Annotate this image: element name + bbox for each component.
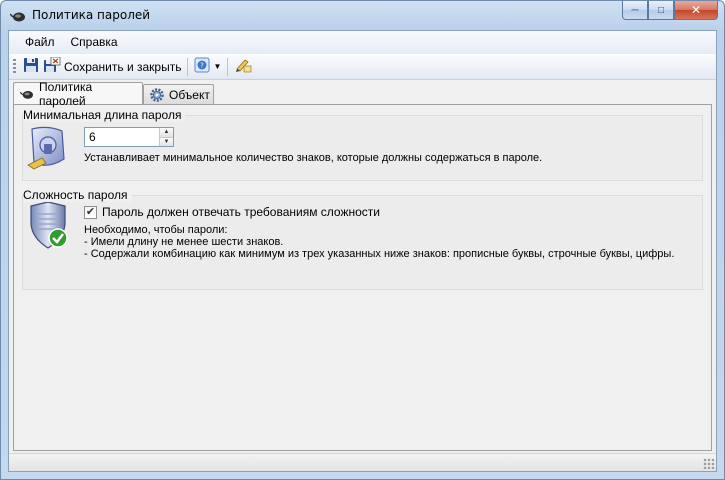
toolbar-separator (227, 57, 229, 76)
caption-buttons: ─ □ ✕ (622, 1, 718, 21)
svg-text:?: ? (201, 62, 205, 70)
spinner-buttons: ▲ ▼ (159, 128, 173, 146)
window-title: Политика паролей (32, 8, 151, 22)
title-bar[interactable]: Политика паролей ─ □ ✕ (1, 1, 724, 30)
min-length-group: Минимальная длина пароля 6 ▲ ▼ Устанавли… (22, 108, 703, 183)
complexity-group: Сложность пароля ✔ Пароль должен отвечат… (22, 188, 703, 291)
minimize-button[interactable]: ─ (622, 1, 648, 20)
close-button[interactable]: ✕ (674, 1, 718, 20)
help-dropdown-button[interactable]: ? ▼ (192, 56, 223, 78)
tab-panel: Минимальная длина пароля 6 ▲ ▼ Устанавли… (13, 104, 712, 451)
spin-down-button[interactable]: ▼ (160, 137, 173, 146)
min-length-spinner[interactable]: 6 ▲ ▼ (84, 127, 174, 147)
min-length-input[interactable]: 6 (85, 128, 159, 146)
group-frame (22, 115, 703, 181)
status-bar (9, 453, 716, 471)
tab-object-label: Объект (169, 87, 210, 102)
maximize-button[interactable]: □ (648, 1, 674, 20)
save-button[interactable] (21, 56, 41, 78)
edit-icon (234, 57, 252, 76)
requirements-heading: Необходимо, чтобы пароли: (84, 224, 228, 236)
save-close-icon (43, 56, 61, 76)
gear-icon (150, 87, 164, 102)
mouse-icon (20, 88, 34, 100)
help-icon: ? (194, 57, 210, 76)
save-and-close-button[interactable]: Сохранить и закрыть (41, 56, 183, 78)
complexity-checkbox[interactable]: ✔ (84, 206, 97, 219)
toolbar-grip[interactable] (13, 58, 16, 75)
tab-password-policy[interactable]: Политика паролей (13, 80, 143, 108)
tab-object[interactable]: Объект (143, 84, 214, 104)
save-and-close-label: Сохранить и закрыть (64, 59, 182, 74)
toolbar: Сохранить и закрыть ? ▼ (9, 54, 716, 80)
menu-help[interactable]: Справка (63, 31, 126, 54)
resize-grip[interactable] (703, 458, 714, 469)
requirements-text: Необходимо, чтобы пароли: - Имели длину … (84, 224, 674, 260)
menu-bar: Файл Справка (9, 31, 716, 54)
save-icon (23, 57, 39, 76)
toolbar-separator (187, 57, 189, 76)
spin-up-button[interactable]: ▲ (160, 128, 173, 138)
tab-strip: Объект Политика паролей (9, 80, 716, 108)
min-length-title: Минимальная длина пароля (23, 108, 186, 122)
requirement-item: - Содержали комбинацию как минимум из тр… (84, 248, 675, 260)
chevron-down-icon: ▼ (213, 62, 222, 71)
shield-check-icon (28, 201, 70, 253)
requirement-item: - Имели длину не менее шести знаков. (84, 236, 284, 248)
tab-password-policy-label: Политика паролей (39, 79, 93, 108)
app-window: Политика паролей ─ □ ✕ Файл Справка Сохр… (0, 0, 725, 480)
edit-button[interactable] (232, 56, 254, 78)
mouse-icon (9, 9, 26, 23)
complexity-checkbox-label[interactable]: Пароль должен отвечать требованиям сложн… (102, 205, 380, 219)
complexity-title: Сложность пароля (23, 188, 132, 202)
menu-file[interactable]: Файл (17, 31, 63, 54)
lock-icon (26, 125, 70, 174)
client-area: Файл Справка Сохранить и закрыть ? ▼ Объ… (8, 30, 717, 472)
min-length-description: Устанавливает минимальное количество зна… (84, 152, 543, 164)
